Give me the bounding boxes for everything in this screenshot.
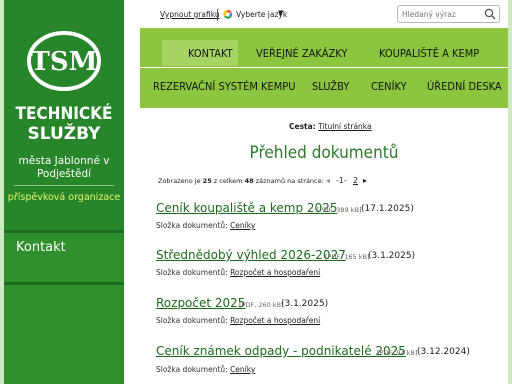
pager-shown-count: 25 [202,177,212,185]
main-nav-row2: REZERVAČNÍ SYSTÉM KEMPU SLUŽBY CENÍKY ÚŘ… [140,68,508,108]
document-link[interactable]: Rozpočet 2025 [156,296,245,310]
document-link[interactable]: Střednědobý výhled 2026-2027 [156,248,346,262]
breadcrumb-home-link[interactable]: Titulní stránka [318,122,372,131]
logo-area[interactable]: TSM TECHNICKÉ SLUŽBY města Jablonné v Po… [4,0,124,232]
nav-item-rezervacni-system[interactable]: REZERVAČNÍ SYSTÉM KEMPU [153,80,296,93]
main-content: Cesta: Titulní stránka Přehled dokumentů… [140,110,508,384]
folder-link[interactable]: Ceníky [230,221,255,230]
sidebar-subtitle-line2: Podještědí [36,168,92,180]
document-date: (17.1.2025) [361,204,414,214]
document-link[interactable]: Ceník známek odpady - podnikatelé 2025 [156,344,406,358]
document-date: (3.1.2025) [281,299,329,309]
next-page-icon[interactable]: ▸ [363,176,367,185]
pager-text-shown: Zobrazeno je [158,177,201,185]
pager-text-per-page: záznamů na stránce: [255,177,324,185]
top-bar: Vypnout grafiku Vyberte jazyk ▼ [124,0,508,28]
sidebar: TSM TECHNICKÉ SLUŽBY města Jablonné v Po… [4,0,124,384]
nav-item-koupaliste-kemp[interactable]: KOUPALIŠTĚ A KEMP [379,47,479,60]
pager-summary: Zobrazeno je 25 z celkem 48 záznamů na s… [158,177,324,185]
nav-item-ceniky[interactable]: CENÍKY [371,80,407,93]
document-folder: Složka dokumentů: Ceníky [156,221,255,230]
sidebar-item-kontakt[interactable]: Kontakt [16,240,66,255]
prev-page-icon[interactable]: ◂ [326,176,330,185]
sidebar-title-line1: TECHNICKÉ [15,104,113,124]
page: TSM TECHNICKÉ SLUŽBY města Jablonné v Po… [0,0,512,384]
breadcrumb: Cesta: Titulní stránka [289,122,372,131]
folder-link[interactable]: Rozpočet a hospodaření [230,268,320,277]
folder-link[interactable]: Ceníky [230,365,255,374]
nav-item-sluzby[interactable]: SLUŽBY [312,80,349,93]
sidebar-subtitle-line1: města Jablonné v [18,155,110,167]
search-icon[interactable] [484,8,496,20]
breadcrumb-label: Cesta: [289,122,316,131]
folder-link[interactable]: Rozpočet a hospodaření [230,316,320,325]
nav-item-kontakt[interactable]: KONTAKT [188,47,233,60]
page-title: Přehled dokumentů [249,143,399,163]
main-nav-row1: KONTAKT VEŘEJNÉ ZAKÁZKY KOUPALIŠTĚ A KEM… [140,28,508,67]
chevron-down-icon[interactable]: ▼ [278,9,283,17]
pager-total-count: 48 [244,177,254,185]
tsm-logo-icon[interactable]: TSM [26,30,102,92]
document-meta: [PDF, 389 kB] [317,206,362,214]
search-input[interactable] [402,8,476,20]
document-date: (3.12.2024) [417,347,470,357]
sidebar-title-line2: SLUŽBY [27,124,101,144]
document-date: (3.1.2025) [368,251,416,261]
folder-label: Složka dokumentů: [156,268,228,277]
document-folder: Složka dokumentů: Rozpočet a hospodaření [156,268,320,277]
folder-label: Složka dokumentů: [156,221,228,230]
sidebar-separator [4,230,124,233]
logo-text: TSM [31,47,98,77]
document-meta: [PDF, 260 kB] [239,301,284,309]
disable-graphics-link[interactable]: Vypnout grafiku [160,10,220,19]
current-page: -1- [336,176,347,185]
search-box[interactable] [397,5,500,23]
document-meta: [PDF, 94 kB] [377,349,418,357]
document-link[interactable]: Ceník koupaliště a kemp 2025 [156,201,337,215]
folder-label: Složka dokumentů: [156,316,228,325]
nav-item-verejne-zakazky[interactable]: VEŘEJNÉ ZAKÁZKY [256,47,347,60]
document-meta: [PDF, 165 kB] [325,253,370,261]
document-folder: Složka dokumentů: Ceníky [156,365,255,374]
folder-label: Složka dokumentů: [156,365,228,374]
sidebar-divider [14,185,114,186]
pager-text-from: z celkem [213,177,243,185]
topbar-divider [217,9,218,21]
sidebar-organization: příspěvková organizace [7,192,121,203]
nav-item-uredni-deska[interactable]: ÚŘEDNÍ DESKA [427,80,502,93]
page-2-link[interactable]: 2 [353,176,358,185]
sidebar-separator [4,282,124,285]
right-gutter [508,0,512,384]
google-translate-icon[interactable] [222,9,233,20]
document-folder: Složka dokumentů: Rozpočet a hospodaření [156,316,320,325]
